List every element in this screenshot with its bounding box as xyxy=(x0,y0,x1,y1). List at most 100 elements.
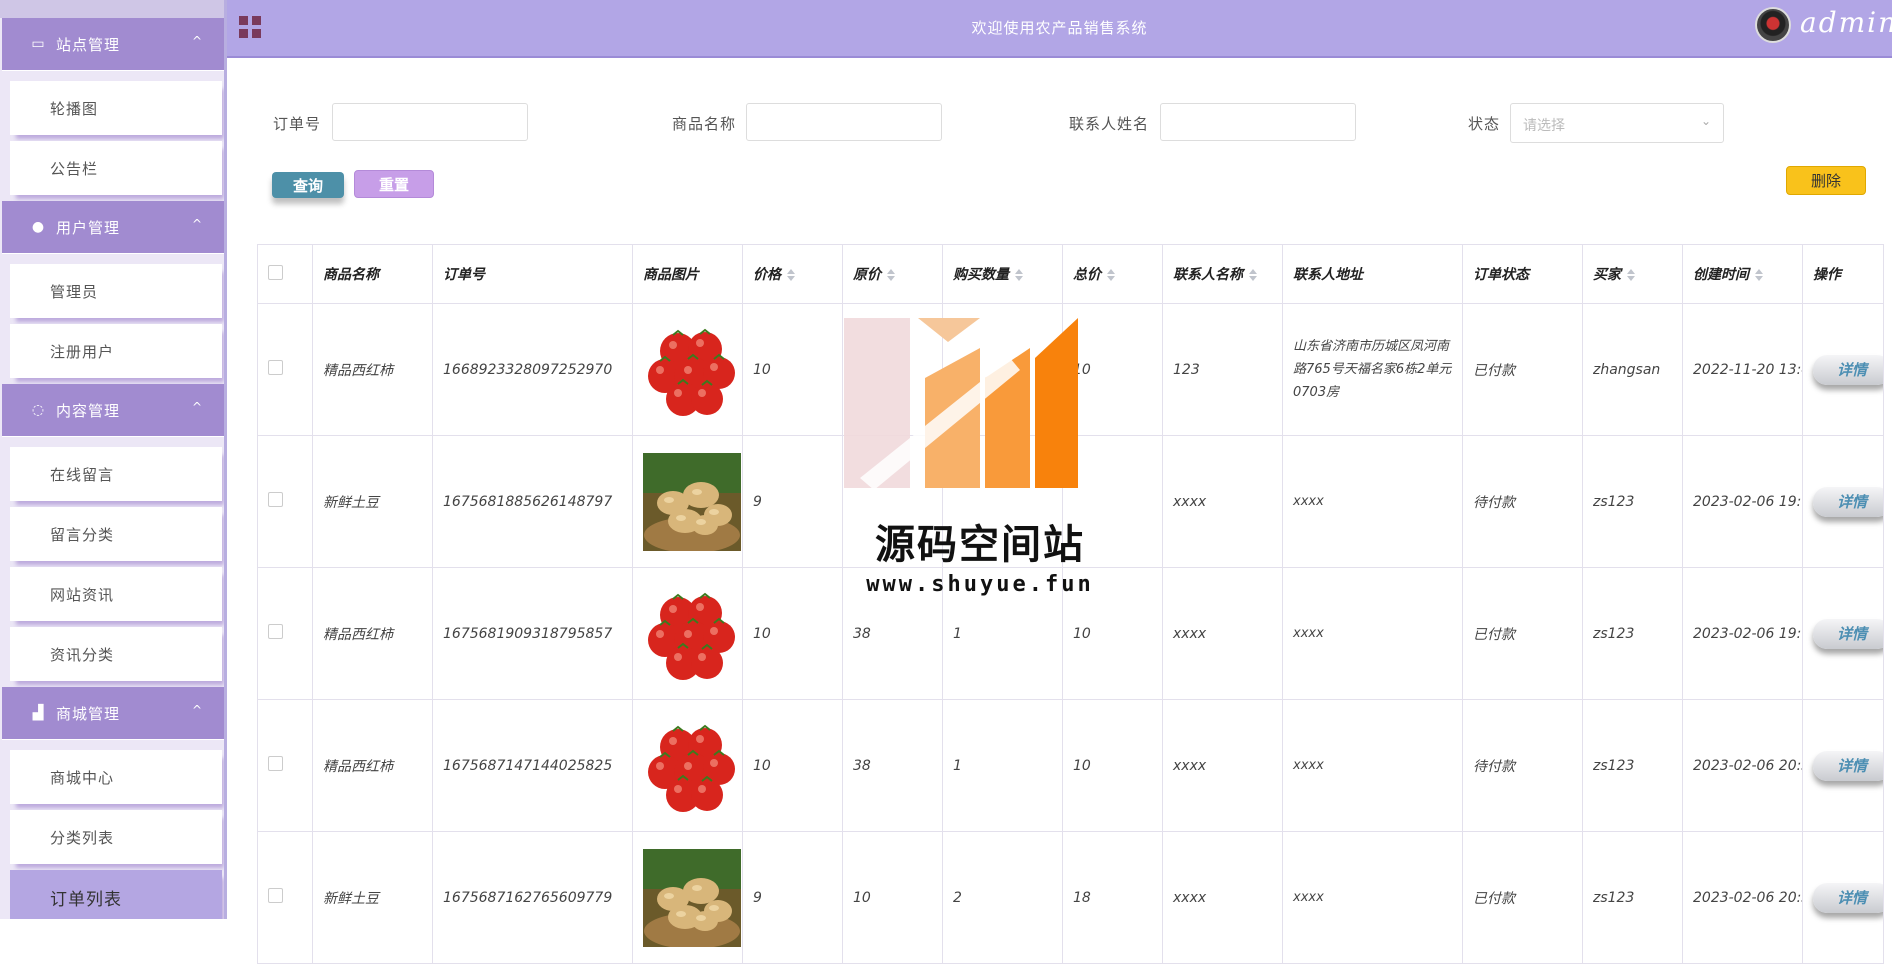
sidebar-group-label: 用户管理 xyxy=(56,218,121,237)
column-header: 联系人地址 xyxy=(1282,244,1463,304)
sidebar-item-1-1[interactable]: 注册用户 xyxy=(10,324,222,378)
product-name-input[interactable] xyxy=(746,103,942,141)
row-select-cell xyxy=(257,831,313,964)
column-header[interactable]: 联系人名称 xyxy=(1162,244,1283,304)
sidebar-item-label: 网站资讯 xyxy=(50,585,115,604)
cell-address: xxxx xyxy=(1282,699,1463,832)
table-header-row: 商品名称 订单号 商品图片 价格 原价 购买数量 总价 联系人名称 联系人地址 订单状态 买家 创建时… xyxy=(257,244,1884,304)
action-cell: 详情 xyxy=(1802,435,1884,568)
sidebar-item-2-1[interactable]: 留言分类 xyxy=(10,507,222,561)
product-image-cell xyxy=(632,435,743,568)
cell-order-no: 1668923328097252970 xyxy=(432,303,633,436)
row-checkbox[interactable] xyxy=(268,492,283,507)
status-select[interactable]: 请选择 ⌄ xyxy=(1510,103,1724,143)
sidebar-item-3-0[interactable]: 商城中心 xyxy=(10,750,222,804)
detail-button[interactable]: 详情 xyxy=(1813,882,1883,913)
order-no-label: 订单号 xyxy=(273,115,322,133)
sort-icon[interactable] xyxy=(1107,269,1115,281)
product-image-cell xyxy=(632,831,743,964)
column-header-label: 购买数量 xyxy=(953,267,1009,283)
user-icon: ● xyxy=(31,219,45,235)
cell-price: 10 xyxy=(742,567,843,700)
cell-price: 9 xyxy=(742,435,843,568)
cell-name: 新鲜土豆 xyxy=(312,831,433,964)
cell-original xyxy=(842,303,943,436)
column-header[interactable]: 买家 xyxy=(1582,244,1683,304)
cell-created: 2023-02-06 19:11 xyxy=(1682,435,1803,568)
sidebar: ▭ 站点管理 ^ 轮播图 公告栏 ● 用户管理 ^ 管理员 注册用户 ◌ 内容管理 ^ 在线留言 留言分类网… xyxy=(0,0,227,919)
column-header: 商品名称 xyxy=(312,244,433,304)
column-header[interactable]: 价格 xyxy=(742,244,843,304)
cell-buyer: zs123 xyxy=(1582,831,1683,964)
sort-icon[interactable] xyxy=(1249,269,1257,281)
column-header-label: 价格 xyxy=(753,267,781,283)
sidebar-item-2-0[interactable]: 在线留言 xyxy=(10,447,222,501)
bag-icon: ▟ xyxy=(32,705,44,721)
cell-original: 10 xyxy=(842,831,943,964)
column-header-label: 原价 xyxy=(853,267,881,283)
sidebar-group-0[interactable]: ▭ 站点管理 ^ xyxy=(2,18,224,71)
sidebar-item-label: 分类列表 xyxy=(50,828,115,847)
row-checkbox[interactable] xyxy=(268,360,283,375)
contact-name-input[interactable] xyxy=(1160,103,1356,141)
cell-order-no: 1675681909318795857 xyxy=(432,567,633,700)
tomato-image xyxy=(643,584,741,683)
sidebar-item-label: 商城中心 xyxy=(50,768,115,787)
cell-order-no: 1675687162765609779 xyxy=(432,831,633,964)
cell-name: 精品西红柿 xyxy=(312,567,433,700)
cell-status: 已付款 xyxy=(1462,831,1583,964)
row-select-cell xyxy=(257,303,313,436)
cell-address: xxxx xyxy=(1282,831,1463,964)
avatar[interactable] xyxy=(1755,7,1791,43)
query-button[interactable]: 查询 xyxy=(272,172,344,198)
order-no-input[interactable] xyxy=(332,103,528,141)
column-header[interactable]: 创建时间 xyxy=(1682,244,1803,304)
sort-icon[interactable] xyxy=(1627,269,1635,281)
cell-price: 10 xyxy=(742,303,843,436)
sort-icon[interactable] xyxy=(787,269,795,281)
sidebar-item-1-0[interactable]: 管理员 xyxy=(10,264,222,318)
sidebar-item-3-2[interactable]: 订单列表 xyxy=(10,870,222,919)
action-cell: 详情 xyxy=(1802,303,1884,436)
sort-icon[interactable] xyxy=(1755,269,1763,281)
detail-button[interactable]: 详情 xyxy=(1813,486,1883,517)
sort-icon[interactable] xyxy=(1015,269,1023,281)
column-header[interactable]: 购买数量 xyxy=(942,244,1063,304)
column-header-label: 订单号 xyxy=(443,267,485,283)
column-header[interactable]: 原价 xyxy=(842,244,943,304)
cell-total: 10 xyxy=(1062,699,1163,832)
row-checkbox[interactable] xyxy=(268,624,283,639)
monitor-icon: ▭ xyxy=(31,36,45,52)
sidebar-item-2-2[interactable]: 网站资讯 xyxy=(10,567,222,621)
user-name[interactable]: admin xyxy=(1800,6,1892,39)
sidebar-group-1[interactable]: ● 用户管理 ^ xyxy=(2,201,224,254)
cell-price: 9 xyxy=(742,831,843,964)
sidebar-group-3[interactable]: ▟ 商城管理 ^ xyxy=(2,687,224,740)
cell-created: 2023-02-06 20:39 xyxy=(1682,831,1803,964)
cell-status: 已付款 xyxy=(1462,567,1583,700)
select-all-checkbox[interactable] xyxy=(268,264,283,280)
cell-name: 精品西红柿 xyxy=(312,699,433,832)
sidebar-menu: ▭ 站点管理 ^ 轮播图 公告栏 ● 用户管理 ^ 管理员 注册用户 ◌ 内容管理 ^ 在线留言 留言分类网… xyxy=(0,18,227,919)
row-checkbox[interactable] xyxy=(268,756,283,771)
table-row: 精品西红柿 1668923328097252970 10 1 10 123 山东省济南市历城… xyxy=(257,303,1884,436)
cell-buyer: zs123 xyxy=(1582,435,1683,568)
row-checkbox[interactable] xyxy=(268,888,283,903)
sort-icon[interactable] xyxy=(887,269,895,281)
detail-button[interactable]: 详情 xyxy=(1813,750,1883,781)
sidebar-group-2[interactable]: ◌ 内容管理 ^ xyxy=(2,384,224,437)
column-header[interactable]: 总价 xyxy=(1062,244,1163,304)
delete-button[interactable]: 删除 xyxy=(1786,166,1866,195)
reset-button[interactable]: 重置 xyxy=(354,170,434,198)
sidebar-item-3-1[interactable]: 分类列表 xyxy=(10,810,222,864)
detail-button[interactable]: 详情 xyxy=(1813,618,1883,649)
cell-buyer: zhangsan xyxy=(1582,303,1683,436)
sidebar-item-label: 管理员 xyxy=(50,282,99,301)
sidebar-item-0-0[interactable]: 轮播图 xyxy=(10,81,222,135)
sidebar-item-label: 公告栏 xyxy=(50,159,99,178)
sidebar-item-0-1[interactable]: 公告栏 xyxy=(10,141,222,195)
detail-button[interactable]: 详情 xyxy=(1813,354,1883,385)
sidebar-item-2-3[interactable]: 资讯分类 xyxy=(10,627,222,681)
cell-created: 2023-02-06 20:39 xyxy=(1682,699,1803,832)
row-select-cell xyxy=(257,435,313,568)
